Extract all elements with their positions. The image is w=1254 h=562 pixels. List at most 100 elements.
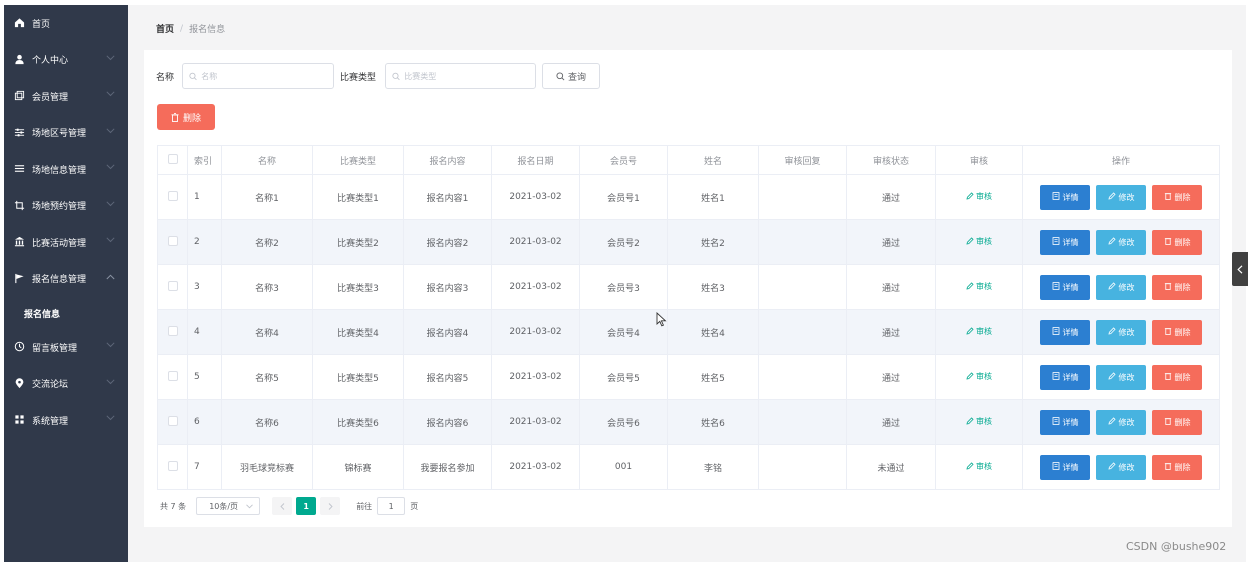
select-all-checkbox[interactable]: [167, 153, 178, 164]
chevron-down-icon: [106, 127, 116, 137]
sidebar-item-2[interactable]: 会员管理: [4, 78, 128, 115]
row-checkbox[interactable]: [167, 460, 178, 471]
table-row[interactable]: 2 名称2 比赛类型2 报名内容2 2021-03-02 会员号2 姓名2 通过 审核 详情 修改 删…: [157, 219, 1220, 265]
edit-button[interactable]: 修改: [1096, 184, 1146, 210]
row-checkbox[interactable]: [167, 370, 178, 381]
column-header: 报名日期: [491, 145, 580, 175]
detail-button[interactable]: 详情: [1040, 364, 1090, 390]
detail-button[interactable]: 详情: [1040, 274, 1090, 300]
delete-button[interactable]: 删除: [1152, 274, 1202, 300]
side-collapse-tab[interactable]: [1232, 252, 1248, 286]
cell-status: 通过: [846, 219, 936, 265]
sidebar-item-label: 首页: [32, 19, 51, 30]
table-row[interactable]: 6 名称6 比赛类型6 报名内容6 2021-03-02 会员号6 姓名6 通过 审核 详情 修改 删…: [157, 399, 1220, 445]
page-number-current[interactable]: 1: [296, 497, 317, 515]
edit-icon: [1107, 462, 1116, 472]
delete-button[interactable]: 删除: [1152, 184, 1202, 210]
audit-link[interactable]: 审核: [966, 191, 992, 202]
sidebar-item-10[interactable]: 系统管理: [4, 402, 128, 439]
edit-button[interactable]: 修改: [1096, 364, 1146, 390]
table-row[interactable]: 7 羽毛球竞标赛 锦标赛 我要报名参加 2021-03-02 001 李铭 未通过 审核 详情 修改…: [157, 444, 1220, 490]
cell-actions: 详情 修改 删除: [1022, 309, 1220, 355]
document-icon: [1052, 327, 1060, 337]
detail-button[interactable]: 详情: [1040, 184, 1090, 210]
type-search-box[interactable]: [385, 63, 536, 89]
prev-page-button[interactable]: [272, 497, 293, 515]
delete-button[interactable]: 删除: [1152, 364, 1202, 390]
edit-button-label: 修改: [1118, 462, 1135, 472]
delete-button[interactable]: 删除: [1152, 229, 1202, 255]
breadcrumb-home[interactable]: 首页: [156, 22, 174, 35]
audit-link[interactable]: 审核: [966, 461, 992, 472]
audit-link[interactable]: 审核: [966, 371, 992, 382]
cell-date: 2021-03-02: [491, 264, 580, 310]
edit-button[interactable]: 修改: [1096, 319, 1146, 345]
delete-button[interactable]: 删除: [1152, 454, 1202, 480]
row-checkbox[interactable]: [167, 325, 178, 336]
bank-icon: [14, 236, 26, 248]
edit-button[interactable]: 修改: [1096, 409, 1146, 435]
cell-date: 2021-03-02: [491, 354, 580, 400]
edit-button[interactable]: 修改: [1096, 274, 1146, 300]
sidebar: 首页个人中心 会员管理 场地区号管理 场地信息管理 场地预约管理 比赛活动管理 报名信息管理…: [4, 5, 128, 562]
table-row[interactable]: 5 名称5 比赛类型5 报名内容5 2021-03-02 会员号5 姓名5 通过 审核 详情 修改 删…: [157, 354, 1220, 400]
watermark: CSDN @bushe902: [1126, 540, 1227, 553]
audit-link[interactable]: 审核: [966, 326, 992, 337]
sidebar-item-3[interactable]: 场地区号管理: [4, 115, 128, 152]
sidebar-item-4[interactable]: 场地信息管理: [4, 151, 128, 188]
sidebar-item-7[interactable]: 报名信息管理: [4, 261, 128, 298]
row-checkbox[interactable]: [167, 190, 178, 201]
sidebar-item-9[interactable]: 交流论坛: [4, 366, 128, 403]
table-row[interactable]: 1 名称1 比赛类型1 报名内容1 2021-03-02 会员号1 姓名1 通过 审核 详情 修改 删…: [157, 174, 1220, 220]
delete-button-label: 删除: [1174, 462, 1191, 472]
detail-button[interactable]: 详情: [1040, 409, 1090, 435]
delete-button[interactable]: 删除: [1152, 409, 1202, 435]
bulk-delete-button[interactable]: 删除: [157, 104, 215, 130]
edit-icon: [966, 327, 974, 337]
query-button[interactable]: 查询: [542, 63, 600, 89]
edit-button[interactable]: 修改: [1096, 454, 1146, 480]
edit-button-label: 修改: [1118, 282, 1135, 292]
audit-link-label: 审核: [976, 462, 992, 472]
detail-button[interactable]: 详情: [1040, 454, 1090, 480]
sidebar-item-8[interactable]: 留言板管理: [4, 329, 128, 366]
audit-link[interactable]: 审核: [966, 416, 992, 427]
table-row[interactable]: 3 名称3 比赛类型3 报名内容3 2021-03-02 会员号3 姓名3 通过 审核 详情 修改 删…: [157, 264, 1220, 310]
table-row[interactable]: 4 名称4 比赛类型4 报名内容4 2021-03-02 会员号4 姓名4 通过 审核 详情 修改 删…: [157, 309, 1220, 355]
type-search-input[interactable]: [404, 71, 535, 81]
sidebar-item-0[interactable]: 首页: [4, 5, 128, 42]
edit-icon: [1107, 417, 1116, 427]
copy-icon: [14, 90, 26, 102]
sliders-icon: [14, 127, 26, 139]
sidebar-item-6[interactable]: 比赛活动管理: [4, 224, 128, 261]
cell-status: 未通过: [846, 444, 936, 490]
delete-button[interactable]: 删除: [1152, 319, 1202, 345]
cell-reply: [758, 444, 847, 490]
edit-icon: [966, 237, 974, 247]
chevron-down-icon: [106, 200, 116, 210]
submenu-item-registration-info[interactable]: 报名信息: [4, 297, 128, 329]
edit-button[interactable]: 修改: [1096, 229, 1146, 255]
next-page-button[interactable]: [320, 497, 341, 515]
row-checkbox[interactable]: [167, 280, 178, 291]
detail-button-label: 详情: [1062, 417, 1079, 427]
cell-idx: 2: [187, 219, 222, 265]
cell-person: 姓名3: [667, 264, 759, 310]
detail-button[interactable]: 详情: [1040, 229, 1090, 255]
name-search-input[interactable]: [201, 71, 333, 81]
detail-button[interactable]: 详情: [1040, 319, 1090, 345]
cell-content: 报名内容4: [403, 309, 492, 355]
row-checkbox[interactable]: [167, 235, 178, 246]
name-search-box[interactable]: [182, 63, 334, 89]
delete-button-label: 删除: [1174, 192, 1191, 202]
cell-type: 比赛类型1: [312, 174, 404, 220]
page-size-select[interactable]: 10条/页: [196, 497, 261, 515]
goto-page-input[interactable]: 1: [377, 497, 406, 515]
row-checkbox[interactable]: [167, 415, 178, 426]
audit-link-label: 审核: [976, 192, 992, 202]
sidebar-item-1[interactable]: 个人中心: [4, 42, 128, 79]
audit-link[interactable]: 审核: [966, 281, 992, 292]
audit-link[interactable]: 审核: [966, 236, 992, 247]
sidebar-item-5[interactable]: 场地预约管理: [4, 188, 128, 225]
cell-person: 姓名2: [667, 219, 759, 265]
